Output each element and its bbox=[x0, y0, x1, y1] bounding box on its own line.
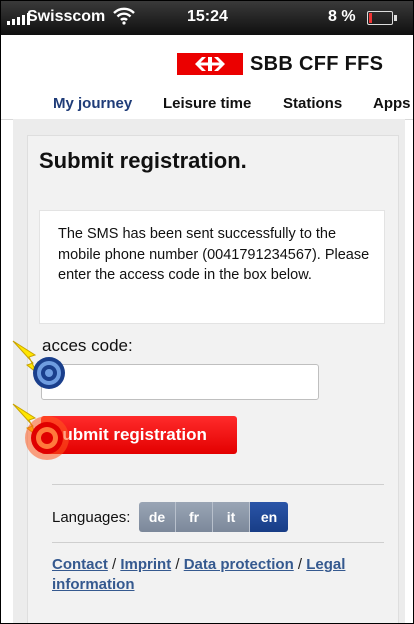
page-title: Submit registration. bbox=[39, 148, 247, 173]
status-bar: Swisscom 15:24 8 % bbox=[1, 1, 413, 35]
language-de-button[interactable]: de bbox=[139, 502, 176, 532]
data-protection-link[interactable]: Data protection bbox=[184, 556, 294, 573]
divider bbox=[52, 542, 384, 543]
tab-my-journey[interactable]: My journey bbox=[53, 95, 132, 112]
link-separator: / bbox=[171, 556, 184, 573]
tab-leisure-time[interactable]: Leisure time bbox=[163, 95, 251, 112]
language-it-button[interactable]: it bbox=[213, 502, 250, 532]
battery-percentage: 8 % bbox=[328, 8, 356, 25]
wifi-icon bbox=[113, 7, 135, 25]
access-code-input[interactable] bbox=[41, 364, 319, 400]
main-nav: My journey Leisure time Stations Apps bbox=[1, 87, 413, 120]
blue-target-marker-icon bbox=[12, 340, 65, 389]
sms-confirmation-box: The SMS has been sent successfully to th… bbox=[39, 210, 385, 324]
imprint-link[interactable]: Imprint bbox=[120, 556, 171, 573]
languages-label: Languages: bbox=[52, 509, 131, 526]
battery-icon bbox=[367, 11, 397, 25]
language-en-button[interactable]: en bbox=[250, 502, 288, 532]
language-selector: de fr it en bbox=[139, 502, 288, 532]
red-target-marker-icon bbox=[12, 403, 69, 460]
contact-link[interactable]: Contact bbox=[52, 556, 108, 573]
brand-header: SBB CFF FFS bbox=[1, 35, 413, 87]
language-fr-button[interactable]: fr bbox=[176, 502, 213, 532]
divider bbox=[52, 484, 384, 485]
tab-stations[interactable]: Stations bbox=[283, 95, 342, 112]
link-separator: / bbox=[293, 556, 307, 573]
clock: 15:24 bbox=[187, 8, 228, 25]
sbb-logo-icon bbox=[177, 53, 243, 75]
phone-screen: Swisscom 15:24 8 % SBB CFF FFS My journe… bbox=[0, 0, 414, 624]
link-separator: / bbox=[107, 556, 121, 573]
content-area: Submit registration. The SMS has been se… bbox=[13, 119, 405, 623]
tab-apps[interactable]: Apps bbox=[373, 95, 411, 112]
registration-panel: Submit registration. The SMS has been se… bbox=[27, 135, 399, 623]
brand-wordmark: SBB CFF FFS bbox=[250, 53, 384, 75]
carrier-name: Swisscom bbox=[27, 8, 106, 25]
sms-confirmation-message: The SMS has been sent successfully to th… bbox=[58, 226, 370, 283]
footer-links: Contact / Imprint / Data protection / Le… bbox=[52, 555, 372, 595]
